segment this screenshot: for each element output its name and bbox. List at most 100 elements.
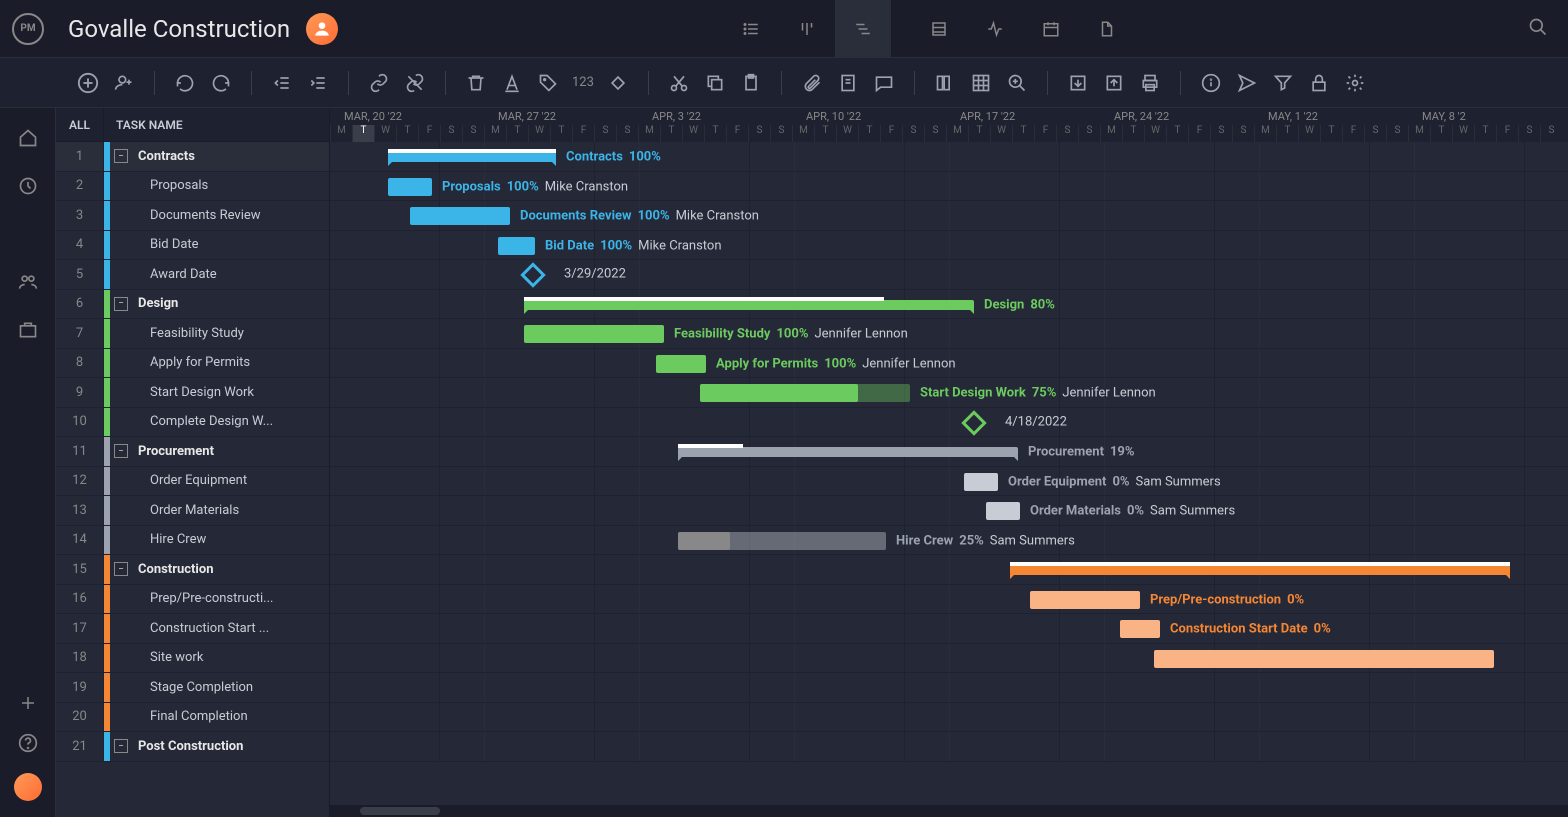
task-row[interactable]: 12Order Equipment	[56, 467, 329, 497]
task-row[interactable]: 10Complete Design W...	[56, 408, 329, 438]
gantt-bar[interactable]: Construction Start Date 0%	[1120, 620, 1160, 638]
gantt-bar[interactable]: Documents Review 100% Mike Cranston	[410, 207, 510, 225]
info-button[interactable]	[1199, 71, 1223, 95]
task-row[interactable]: 7Feasibility Study	[56, 319, 329, 349]
gantt-row[interactable]: Construction Start Date 0%	[330, 614, 1568, 644]
task-row[interactable]: 11−Procurement	[56, 437, 329, 467]
gantt-bar[interactable]: Hire Crew 25% Sam Summers	[678, 532, 886, 550]
link-button[interactable]	[367, 71, 391, 95]
gantt-bar[interactable]: Apply for Permits 100% Jennifer Lennon	[656, 355, 706, 373]
gantt-row[interactable]: 3/29/2022	[330, 260, 1568, 290]
task-row[interactable]: 9Start Design Work	[56, 378, 329, 408]
gantt-row[interactable]: Start Design Work 75% Jennifer Lennon	[330, 378, 1568, 408]
gantt-row[interactable]: Feasibility Study 100% Jennifer Lennon	[330, 319, 1568, 349]
grid-button[interactable]	[969, 71, 993, 95]
gantt-row[interactable]: Order Equipment 0% Sam Summers	[330, 467, 1568, 497]
expand-toggle[interactable]: −	[114, 444, 128, 458]
cut-button[interactable]	[667, 71, 691, 95]
gantt-row[interactable]: Order Materials 0% Sam Summers	[330, 496, 1568, 526]
task-row[interactable]: 5Award Date	[56, 260, 329, 290]
export-button[interactable]	[1102, 71, 1126, 95]
task-row[interactable]: 6−Design	[56, 290, 329, 320]
briefcase-icon[interactable]	[18, 320, 38, 340]
team-icon[interactable]	[18, 272, 38, 292]
gantt-row[interactable]: 4/18/2022	[330, 408, 1568, 438]
task-row[interactable]: 20Final Completion	[56, 703, 329, 733]
task-row[interactable]: 17Construction Start ...	[56, 614, 329, 644]
diamond-button[interactable]	[606, 71, 630, 95]
help-icon[interactable]	[18, 733, 38, 753]
task-row[interactable]: 2Proposals	[56, 172, 329, 202]
milestone-marker[interactable]	[961, 410, 986, 435]
gantt-row[interactable]: Contracts 100%	[330, 142, 1568, 172]
task-row[interactable]: 1−Contracts	[56, 142, 329, 172]
gantt-bar[interactable]: Proposals 100% Mike Cranston	[388, 178, 432, 196]
gantt-row[interactable]: Prep/Pre-construction 0%	[330, 585, 1568, 615]
add-user-button[interactable]	[112, 71, 136, 95]
task-header-name[interactable]: TASK NAME	[104, 118, 183, 132]
delete-button[interactable]	[464, 71, 488, 95]
expand-toggle[interactable]: −	[114, 297, 128, 311]
filter-button[interactable]	[1271, 71, 1295, 95]
task-row[interactable]: 19Stage Completion	[56, 673, 329, 703]
gantt-row[interactable]	[330, 644, 1568, 674]
print-button[interactable]	[1138, 71, 1162, 95]
view-file[interactable]	[1079, 0, 1135, 58]
app-logo[interactable]: PM	[12, 13, 44, 45]
task-row[interactable]: 21−Post Construction	[56, 732, 329, 762]
task-row[interactable]: 8Apply for Permits	[56, 349, 329, 379]
gantt-row[interactable]	[330, 555, 1568, 585]
gantt-row[interactable]: Proposals 100% Mike Cranston	[330, 172, 1568, 202]
gantt-bar[interactable]: Feasibility Study 100% Jennifer Lennon	[524, 325, 664, 343]
gantt-row[interactable]	[330, 732, 1568, 762]
indent-button[interactable]	[306, 71, 330, 95]
columns-button[interactable]	[933, 71, 957, 95]
gantt-bar[interactable]: Prep/Pre-construction 0%	[1030, 591, 1140, 609]
zoom-button[interactable]	[1005, 71, 1029, 95]
gantt-chart[interactable]: MAR, 20 '22MAR, 27 '22APR, 3 '22APR, 10 …	[330, 108, 1568, 817]
gantt-row[interactable]: Apply for Permits 100% Jennifer Lennon	[330, 349, 1568, 379]
task-row[interactable]: 15−Construction	[56, 555, 329, 585]
gantt-bar[interactable]: Contracts 100%	[388, 152, 556, 162]
gantt-row[interactable]: Procurement 19%	[330, 437, 1568, 467]
task-row[interactable]: 16Prep/Pre-constructi...	[56, 585, 329, 615]
expand-toggle[interactable]: −	[114, 739, 128, 753]
user-avatar[interactable]	[306, 13, 338, 45]
task-row[interactable]: 18Site work	[56, 644, 329, 674]
gantt-bar[interactable]: Procurement 19%	[678, 447, 1018, 457]
gantt-bar[interactable]: Order Equipment 0% Sam Summers	[964, 473, 998, 491]
gantt-bar[interactable]: Start Design Work 75% Jennifer Lennon	[700, 384, 910, 402]
import-button[interactable]	[1066, 71, 1090, 95]
gantt-bar[interactable]	[1010, 565, 1510, 575]
comment-button[interactable]	[872, 71, 896, 95]
add-button[interactable]	[76, 71, 100, 95]
settings-button[interactable]	[1343, 71, 1367, 95]
text-style-button[interactable]	[500, 71, 524, 95]
home-icon[interactable]	[18, 128, 38, 148]
redo-button[interactable]	[209, 71, 233, 95]
gantt-row[interactable]: Documents Review 100% Mike Cranston	[330, 201, 1568, 231]
gantt-body[interactable]: Contracts 100% Proposals 100% Mike Cranst…	[330, 142, 1568, 762]
gantt-row[interactable]	[330, 673, 1568, 703]
gantt-row[interactable]: Hire Crew 25% Sam Summers	[330, 526, 1568, 556]
search-button[interactable]	[1520, 9, 1556, 49]
sidebar-avatar[interactable]	[14, 773, 42, 801]
task-row[interactable]: 14Hire Crew	[56, 526, 329, 556]
gantt-row[interactable]: Bid Date 100% Mike Cranston	[330, 231, 1568, 261]
gantt-bar[interactable]: Design 80%	[524, 300, 974, 310]
gantt-bar[interactable]	[1154, 650, 1494, 668]
recent-icon[interactable]	[18, 176, 38, 196]
expand-toggle[interactable]: −	[114, 149, 128, 163]
task-row[interactable]: 3Documents Review	[56, 201, 329, 231]
tag-button[interactable]	[536, 71, 560, 95]
expand-toggle[interactable]: −	[114, 562, 128, 576]
gantt-row[interactable]	[330, 703, 1568, 733]
view-board[interactable]	[779, 0, 835, 58]
unlink-button[interactable]	[403, 71, 427, 95]
view-list[interactable]	[723, 0, 779, 58]
horizontal-scrollbar[interactable]	[330, 805, 1568, 817]
undo-button[interactable]	[173, 71, 197, 95]
gantt-bar[interactable]: Bid Date 100% Mike Cranston	[498, 237, 535, 255]
milestone-marker[interactable]	[520, 262, 545, 287]
view-activity[interactable]	[967, 0, 1023, 58]
